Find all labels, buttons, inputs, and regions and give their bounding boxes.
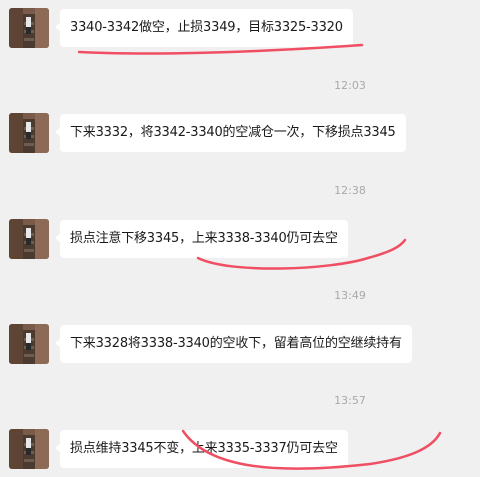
message-bubble[interactable]: 损点维持3345不变，上来3335-3337仍可去空: [55, 430, 348, 468]
avatar[interactable]: [9, 113, 49, 153]
message-timestamp: 12:38: [334, 184, 366, 197]
message-bubble[interactable]: 下来3332，将3342-3340的空减仓一次，下移损点3345: [55, 114, 406, 152]
message-bubble[interactable]: 损点注意下移3345，上来3338-3340仍可去空: [55, 220, 348, 258]
avatar[interactable]: [9, 8, 49, 48]
avatar[interactable]: [9, 324, 49, 364]
message-row: 下来3332，将3342-3340的空减仓一次，下移损点3345: [0, 113, 480, 161]
message-timestamp: 13:49: [334, 289, 366, 302]
message-timestamp: 12:03: [334, 79, 366, 92]
avatar[interactable]: [9, 429, 49, 469]
avatar[interactable]: [9, 219, 49, 259]
message-timestamp: 13:57: [334, 394, 366, 407]
message-row: 损点维持3345不变，上来3335-3337仍可去空: [0, 429, 480, 477]
message-row: 下来3328将3338-3340的空收下，留着高位的空继续持有: [0, 324, 480, 372]
message-bubble[interactable]: 3340-3342做空，止损3349，目标3325-3320: [55, 9, 353, 47]
message-row: 损点注意下移3345，上来3338-3340仍可去空: [0, 219, 480, 267]
avatar-photo-icon: [9, 219, 49, 259]
avatar-photo-icon: [9, 8, 49, 48]
message-bubble[interactable]: 下来3328将3338-3340的空收下，留着高位的空继续持有: [55, 325, 412, 363]
message-row: 3340-3342做空，止损3349，目标3325-3320: [0, 8, 480, 56]
avatar-photo-icon: [9, 113, 49, 153]
avatar-photo-icon: [9, 324, 49, 364]
avatar-photo-icon: [9, 429, 49, 469]
